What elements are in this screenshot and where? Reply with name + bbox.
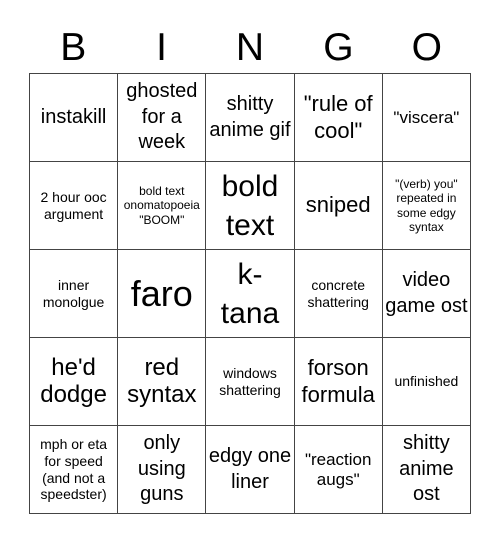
bingo-cell[interactable]: windows shattering (206, 338, 295, 426)
bingo-cell[interactable]: unfinished (382, 338, 471, 426)
bingo-cell[interactable]: red syntax (118, 338, 207, 426)
bingo-cell[interactable]: instakill (30, 74, 119, 162)
header-letter-i: I (156, 26, 168, 69)
bingo-cell[interactable]: he'd dodge (30, 338, 119, 426)
bingo-cell[interactable]: "(verb) you" repeated in some edgy synta… (382, 162, 471, 250)
bingo-cell[interactable]: concrete shattering (294, 250, 383, 338)
bingo-card: instakill ghosted for a week shitty anim… (29, 73, 471, 514)
bingo-cell[interactable]: shitty anime gif (206, 74, 295, 162)
header-letter-g: G (323, 26, 354, 69)
bingo-cell[interactable]: 2 hour ooc argument (30, 162, 119, 250)
bingo-cell[interactable]: forson formula (294, 338, 383, 426)
bingo-cell[interactable]: k-tana (206, 250, 295, 338)
bingo-cell[interactable]: "rule of cool" (294, 74, 383, 162)
bingo-cell[interactable]: inner monolgue (30, 250, 119, 338)
bingo-cell[interactable]: only using guns (118, 426, 207, 514)
bingo-cell[interactable]: "reaction augs" (294, 426, 383, 514)
header-letter-n: N (235, 26, 265, 69)
bingo-cell[interactable]: video game ost (382, 250, 471, 338)
bingo-cell[interactable]: bold text onomatopoeia "BOOM" (118, 162, 207, 250)
header-letter-b: B (60, 26, 87, 69)
bingo-cell[interactable]: sniped (294, 162, 383, 250)
bingo-cell[interactable]: bold text (206, 162, 295, 250)
bingo-cell[interactable]: ghosted for a week (118, 74, 207, 162)
bingo-cell[interactable]: mph or eta for speed (and not a speedste… (30, 426, 119, 514)
bingo-cell[interactable]: edgy one liner (206, 426, 295, 514)
bingo-header: B I N G O (29, 26, 471, 70)
header-letter-o: O (411, 26, 442, 69)
bingo-cell[interactable]: shitty anime ost (382, 426, 471, 514)
bingo-cell[interactable]: "viscera" (382, 74, 471, 162)
bingo-cell[interactable]: faro (118, 250, 207, 338)
